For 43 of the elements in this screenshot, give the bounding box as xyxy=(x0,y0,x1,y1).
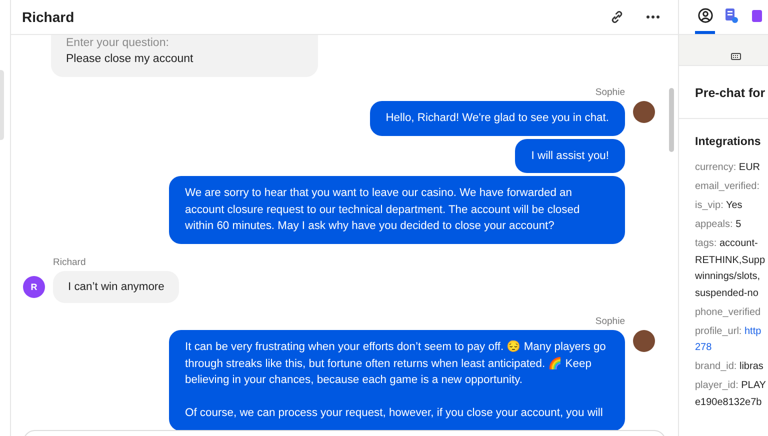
message-bubble: We are sorry to hear that you want to leave our casino. We have forwarded an account closure request to our technical department. The account will be closed within 60 minutes. May I ask why have you decided to close your account? xyxy=(169,176,625,244)
form-label: Enter your question: xyxy=(66,36,170,51)
keyboard-icon xyxy=(731,53,741,60)
field-label: currency: xyxy=(695,162,736,173)
field-value: suspended-no xyxy=(695,288,758,298)
field-value: libras xyxy=(739,361,764,372)
field-value: e190e8132e7b xyxy=(695,396,762,408)
chat-title: Richard xyxy=(22,9,76,25)
field-label: profile_url: xyxy=(695,326,742,336)
field-link[interactable]: http xyxy=(744,326,762,336)
field-value: Yes xyxy=(726,200,742,211)
field-value: EUR xyxy=(738,162,760,173)
field-value: winnings/slots, xyxy=(695,271,760,282)
field-label: appeals: xyxy=(695,219,733,230)
avatar xyxy=(633,101,655,123)
author-name: Sophie xyxy=(595,316,625,327)
field-value: PLAY xyxy=(741,380,766,391)
field-label: player_id: xyxy=(695,380,738,391)
message-bubble: I can’t win anymore xyxy=(53,270,180,303)
section-title: Pre-chat for xyxy=(695,86,766,100)
app-icon xyxy=(752,8,764,22)
field-label: is_vip: xyxy=(695,200,724,211)
field-label: brand_id: xyxy=(695,361,737,372)
avatar: R xyxy=(23,276,45,298)
avatar xyxy=(633,330,655,352)
user-icon xyxy=(698,8,713,23)
field-link[interactable]: 278 xyxy=(695,342,712,353)
form-value: Please close my account xyxy=(66,52,194,67)
field-value: RETHINK,Supp xyxy=(695,254,766,266)
field-value: account- xyxy=(719,238,758,249)
scrollbar[interactable] xyxy=(669,88,674,152)
document-icon xyxy=(724,8,738,23)
more-icon[interactable] xyxy=(644,13,662,21)
message-bubble: Hello, Richard! We're glad to see you in chat. xyxy=(370,101,625,136)
field-value: 5 xyxy=(736,219,742,230)
author-name: Sophie xyxy=(595,87,625,98)
section-title: Integrations xyxy=(695,136,762,148)
message-bubble: I will assist you! xyxy=(515,138,625,173)
author-name: Richard xyxy=(53,256,86,268)
message-bubble: It can be very frustrating when your efforts don’t seem to pay off. 😔 Many players go through streaks like this, but fortune often returns when least anticipated. 🌈 Keep believing in your chances, because each game is a new opportunity. Of course, we can process your request, however, if you close your account, you will xyxy=(169,330,625,430)
field-label: email_verified: xyxy=(695,181,760,192)
field-label: phone_verified xyxy=(695,306,761,318)
field-label: tags: xyxy=(695,238,717,249)
